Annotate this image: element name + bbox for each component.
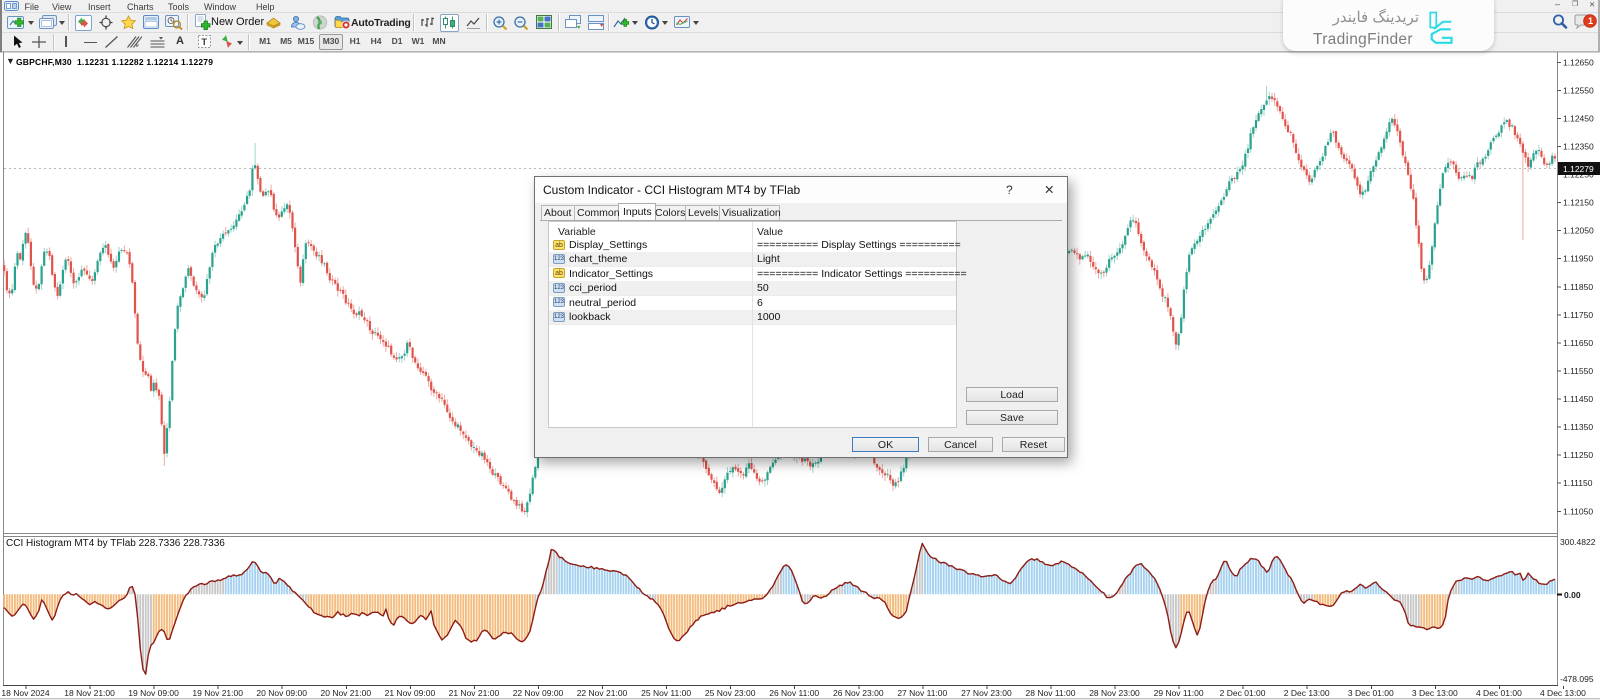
svg-text:1.12350: 1.12350 bbox=[1563, 142, 1594, 152]
svg-text:3 Dec 01:00: 3 Dec 01:00 bbox=[1348, 688, 1394, 698]
svg-text:21 Nov 09:00: 21 Nov 09:00 bbox=[385, 688, 436, 698]
svg-text:26 Nov 23:00: 26 Nov 23:00 bbox=[833, 688, 884, 698]
svg-text:20 Nov 09:00: 20 Nov 09:00 bbox=[256, 688, 307, 698]
svg-text:21 Nov 21:00: 21 Nov 21:00 bbox=[449, 688, 500, 698]
svg-text:1.11450: 1.11450 bbox=[1563, 394, 1593, 404]
svg-text:26 Nov 11:00: 26 Nov 11:00 bbox=[769, 688, 819, 698]
svg-text:18 Nov 2024: 18 Nov 2024 bbox=[1, 688, 49, 698]
svg-text:18 Nov 21:00: 18 Nov 21:00 bbox=[64, 688, 115, 698]
svg-text:25 Nov 23:00: 25 Nov 23:00 bbox=[705, 688, 756, 698]
svg-text:1.11650: 1.11650 bbox=[1563, 338, 1593, 348]
svg-text:1.11550: 1.11550 bbox=[1563, 366, 1593, 376]
svg-text:1.11350: 1.11350 bbox=[1563, 422, 1593, 432]
svg-text:300.4822: 300.4822 bbox=[1560, 537, 1596, 547]
svg-text:1.11850: 1.11850 bbox=[1563, 282, 1593, 292]
svg-text:-478.095: -478.095 bbox=[1560, 674, 1594, 684]
svg-text:19 Nov 21:00: 19 Nov 21:00 bbox=[192, 688, 243, 698]
svg-text:22 Nov 09:00: 22 Nov 09:00 bbox=[513, 688, 564, 698]
svg-text:3 Dec 13:00: 3 Dec 13:00 bbox=[1412, 688, 1458, 698]
svg-text:28 Nov 23:00: 28 Nov 23:00 bbox=[1089, 688, 1140, 698]
svg-text:1.12150: 1.12150 bbox=[1563, 198, 1594, 208]
svg-text:1.12650: 1.12650 bbox=[1563, 57, 1594, 67]
svg-text:1.12279: 1.12279 bbox=[1563, 164, 1594, 174]
svg-text:1.11050: 1.11050 bbox=[1563, 506, 1593, 516]
svg-text:4 Dec 13:00: 4 Dec 13:00 bbox=[1540, 688, 1586, 698]
svg-text:2 Dec 13:00: 2 Dec 13:00 bbox=[1284, 688, 1330, 698]
svg-text:27 Nov 23:00: 27 Nov 23:00 bbox=[961, 688, 1012, 698]
svg-text:1.12050: 1.12050 bbox=[1563, 226, 1594, 236]
svg-text:28 Nov 11:00: 28 Nov 11:00 bbox=[1026, 688, 1076, 698]
svg-text:1: 1 bbox=[1588, 16, 1593, 26]
svg-text:1.11750: 1.11750 bbox=[1563, 310, 1593, 320]
svg-text:29 Nov 11:00: 29 Nov 11:00 bbox=[1154, 688, 1204, 698]
svg-text:1.11950: 1.11950 bbox=[1563, 254, 1593, 264]
svg-text:19 Nov 09:00: 19 Nov 09:00 bbox=[128, 688, 179, 698]
svg-text:20 Nov 21:00: 20 Nov 21:00 bbox=[321, 688, 372, 698]
svg-text:27 Nov 11:00: 27 Nov 11:00 bbox=[897, 688, 947, 698]
svg-text:1.12550: 1.12550 bbox=[1563, 85, 1594, 95]
svg-text:25 Nov 11:00: 25 Nov 11:00 bbox=[641, 688, 691, 698]
svg-text:4 Dec 01:00: 4 Dec 01:00 bbox=[1476, 688, 1522, 698]
svg-text:T: T bbox=[202, 37, 208, 47]
svg-text:1.11150: 1.11150 bbox=[1563, 478, 1593, 488]
svg-text:1.12450: 1.12450 bbox=[1563, 113, 1594, 123]
svg-text:e: e bbox=[136, 43, 139, 48]
svg-text:2 Dec 01:00: 2 Dec 01:00 bbox=[1220, 688, 1266, 698]
svg-text:0.00: 0.00 bbox=[1564, 590, 1581, 600]
svg-text:22 Nov 21:00: 22 Nov 21:00 bbox=[577, 688, 628, 698]
svg-text:1.11250: 1.11250 bbox=[1563, 450, 1593, 460]
